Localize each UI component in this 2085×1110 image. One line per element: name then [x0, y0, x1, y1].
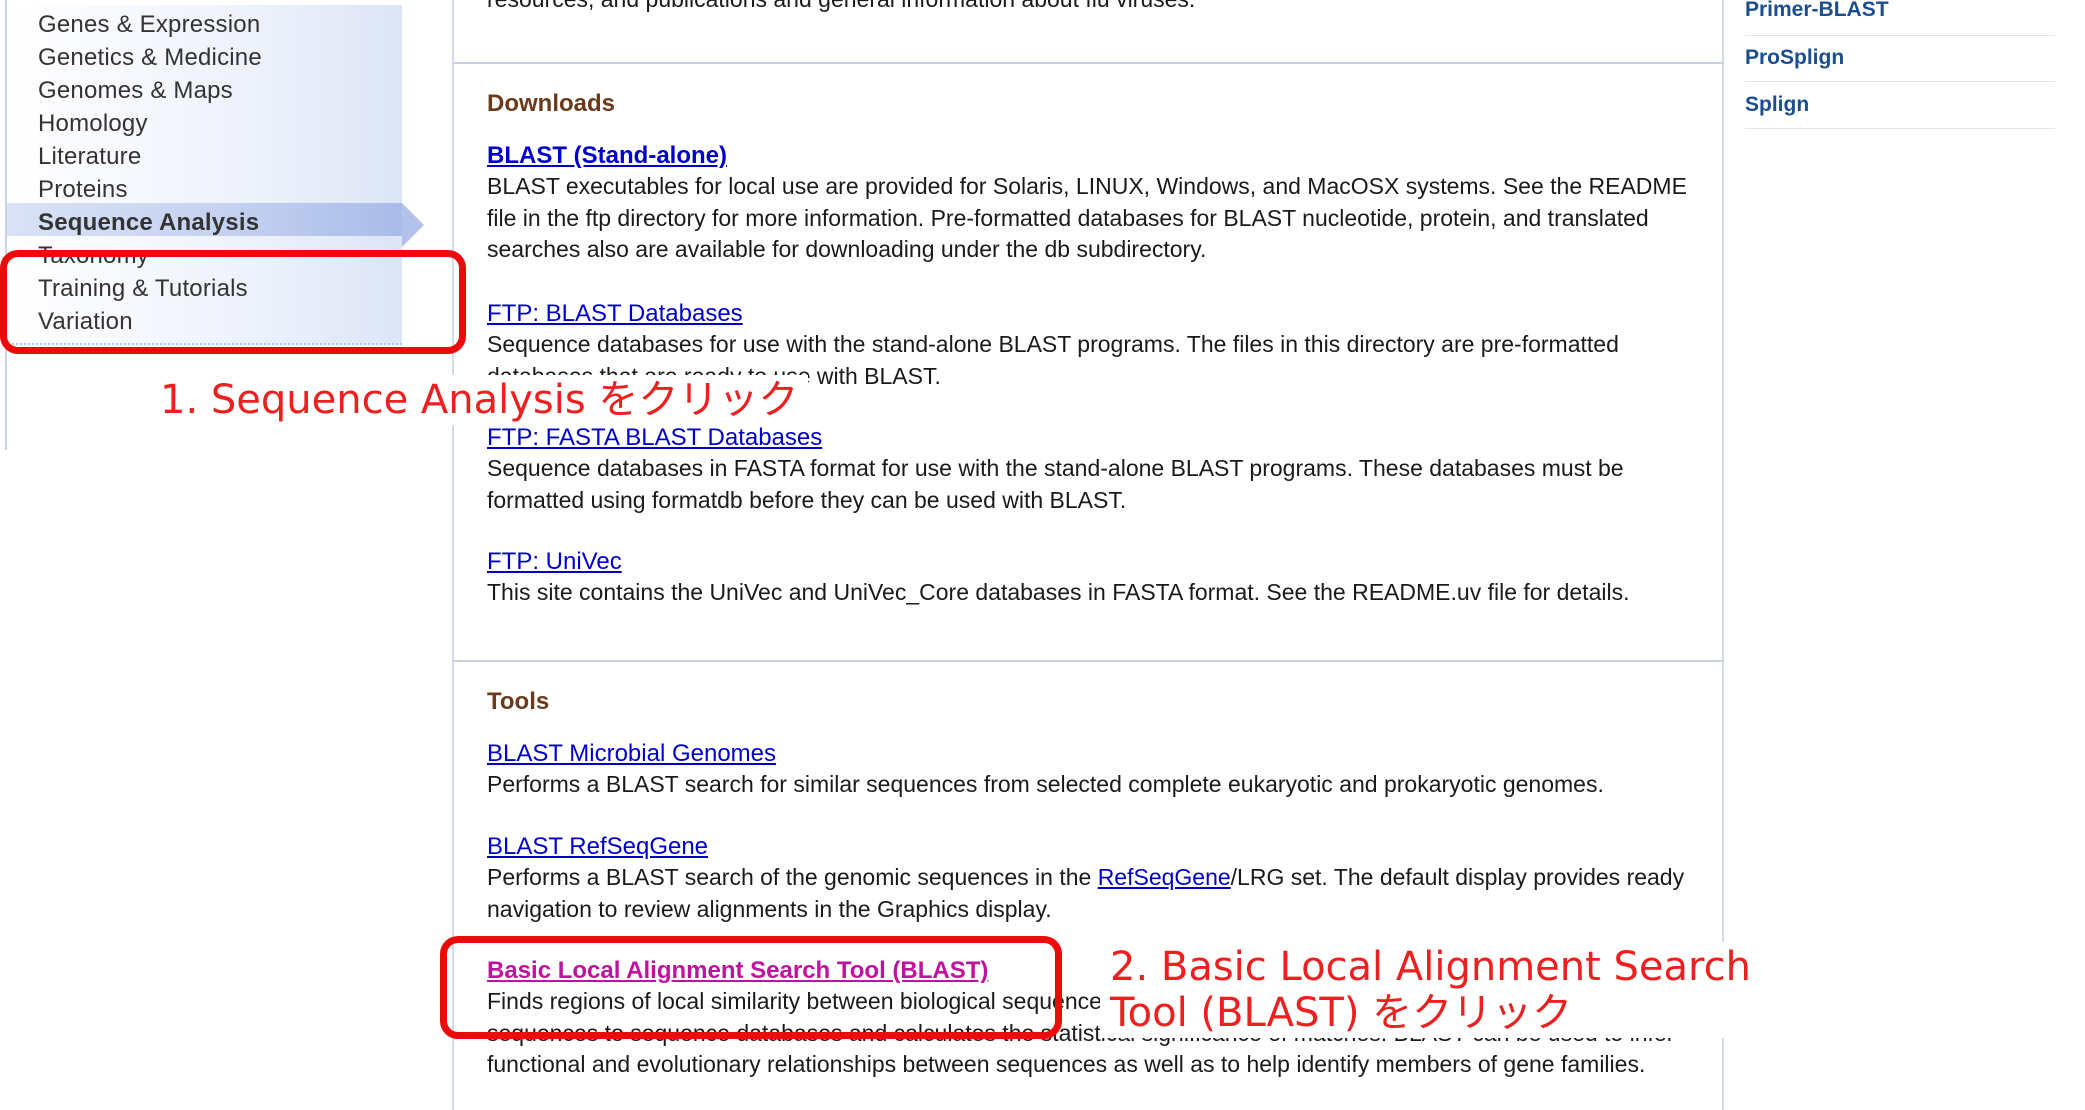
related-link[interactable]: ProSplign	[1745, 36, 2055, 82]
section-divider	[454, 660, 1724, 662]
entry-description: This site contains the UniVec and UniVec…	[487, 579, 1630, 605]
section-divider	[454, 62, 1724, 64]
related-link[interactable]: Splign	[1745, 83, 2055, 129]
blast-standalone-link[interactable]: BLAST (Stand-alone)	[487, 140, 727, 171]
nav-item-label: Sequence Analysis	[38, 209, 260, 236]
ftp-blast-databases-link[interactable]: FTP: BLAST Databases	[487, 298, 743, 329]
nav-item-label: Genomes & Maps	[38, 77, 233, 104]
splign-link[interactable]: Splign	[1745, 93, 1809, 117]
entry-description: BLAST executables for local use are prov…	[487, 173, 1687, 262]
active-arrow-icon	[402, 203, 424, 247]
nav-item-label: Genes & Expression	[38, 11, 261, 38]
annotation-step-2: 2. Basic Local Alignment Search Tool (BL…	[1100, 942, 1761, 1038]
nav-item-label: Proteins	[38, 176, 128, 203]
primer-blast-link[interactable]: Primer-BLAST	[1745, 0, 1889, 22]
tools-heading: Tools	[487, 688, 550, 715]
related-link[interactable]: Primer-BLAST	[1745, 0, 2055, 36]
annotation-step-1: 1. Sequence Analysis をクリック	[150, 375, 809, 425]
entry-description: Performs a BLAST search of the genomic s…	[487, 862, 1697, 925]
nav-item-label: Genetics & Medicine	[38, 44, 262, 71]
downloads-heading: Downloads	[487, 90, 616, 117]
desc-text: Performs a BLAST search of the genomic s…	[487, 864, 1098, 890]
entry-description: Sequence databases in FASTA format for u…	[487, 455, 1624, 513]
blast-refseqgene-link[interactable]: BLAST RefSeqGene	[487, 831, 708, 862]
prosplign-link[interactable]: ProSplign	[1745, 46, 1844, 70]
nav-item-label: Homology	[38, 110, 148, 137]
ftp-fasta-blast-databases-link[interactable]: FTP: FASTA BLAST Databases	[487, 422, 822, 453]
tool-entry: BLAST Microbial Genomes Performs a BLAST…	[487, 738, 1697, 801]
annotation-step-2-line-2: Tool (BLAST) をクリック	[1110, 990, 1573, 1036]
annotation-step-2-line-1: 2. Basic Local Alignment Search	[1110, 944, 1751, 990]
annotation-highlight-box-2	[440, 936, 1062, 1039]
annotation-highlight-box-1	[0, 250, 466, 354]
entry-description: Performs a BLAST search for similar sequ…	[487, 771, 1604, 797]
tool-entry: BLAST RefSeqGene Performs a BLAST search…	[487, 831, 1697, 925]
download-entry: BLAST (Stand-alone) BLAST executables fo…	[487, 140, 1697, 266]
download-entry: FTP: UniVec This site contains the UniVe…	[487, 546, 1697, 609]
download-entry: FTP: FASTA BLAST Databases Sequence data…	[487, 422, 1697, 516]
refseqgene-link[interactable]: RefSeqGene	[1098, 864, 1231, 890]
blast-microbial-genomes-link[interactable]: BLAST Microbial Genomes	[487, 738, 776, 769]
previous-section-text: resources, and publications and general …	[487, 0, 1195, 13]
nav-item-label: Literature	[38, 143, 142, 170]
ftp-univec-link[interactable]: FTP: UniVec	[487, 546, 622, 577]
